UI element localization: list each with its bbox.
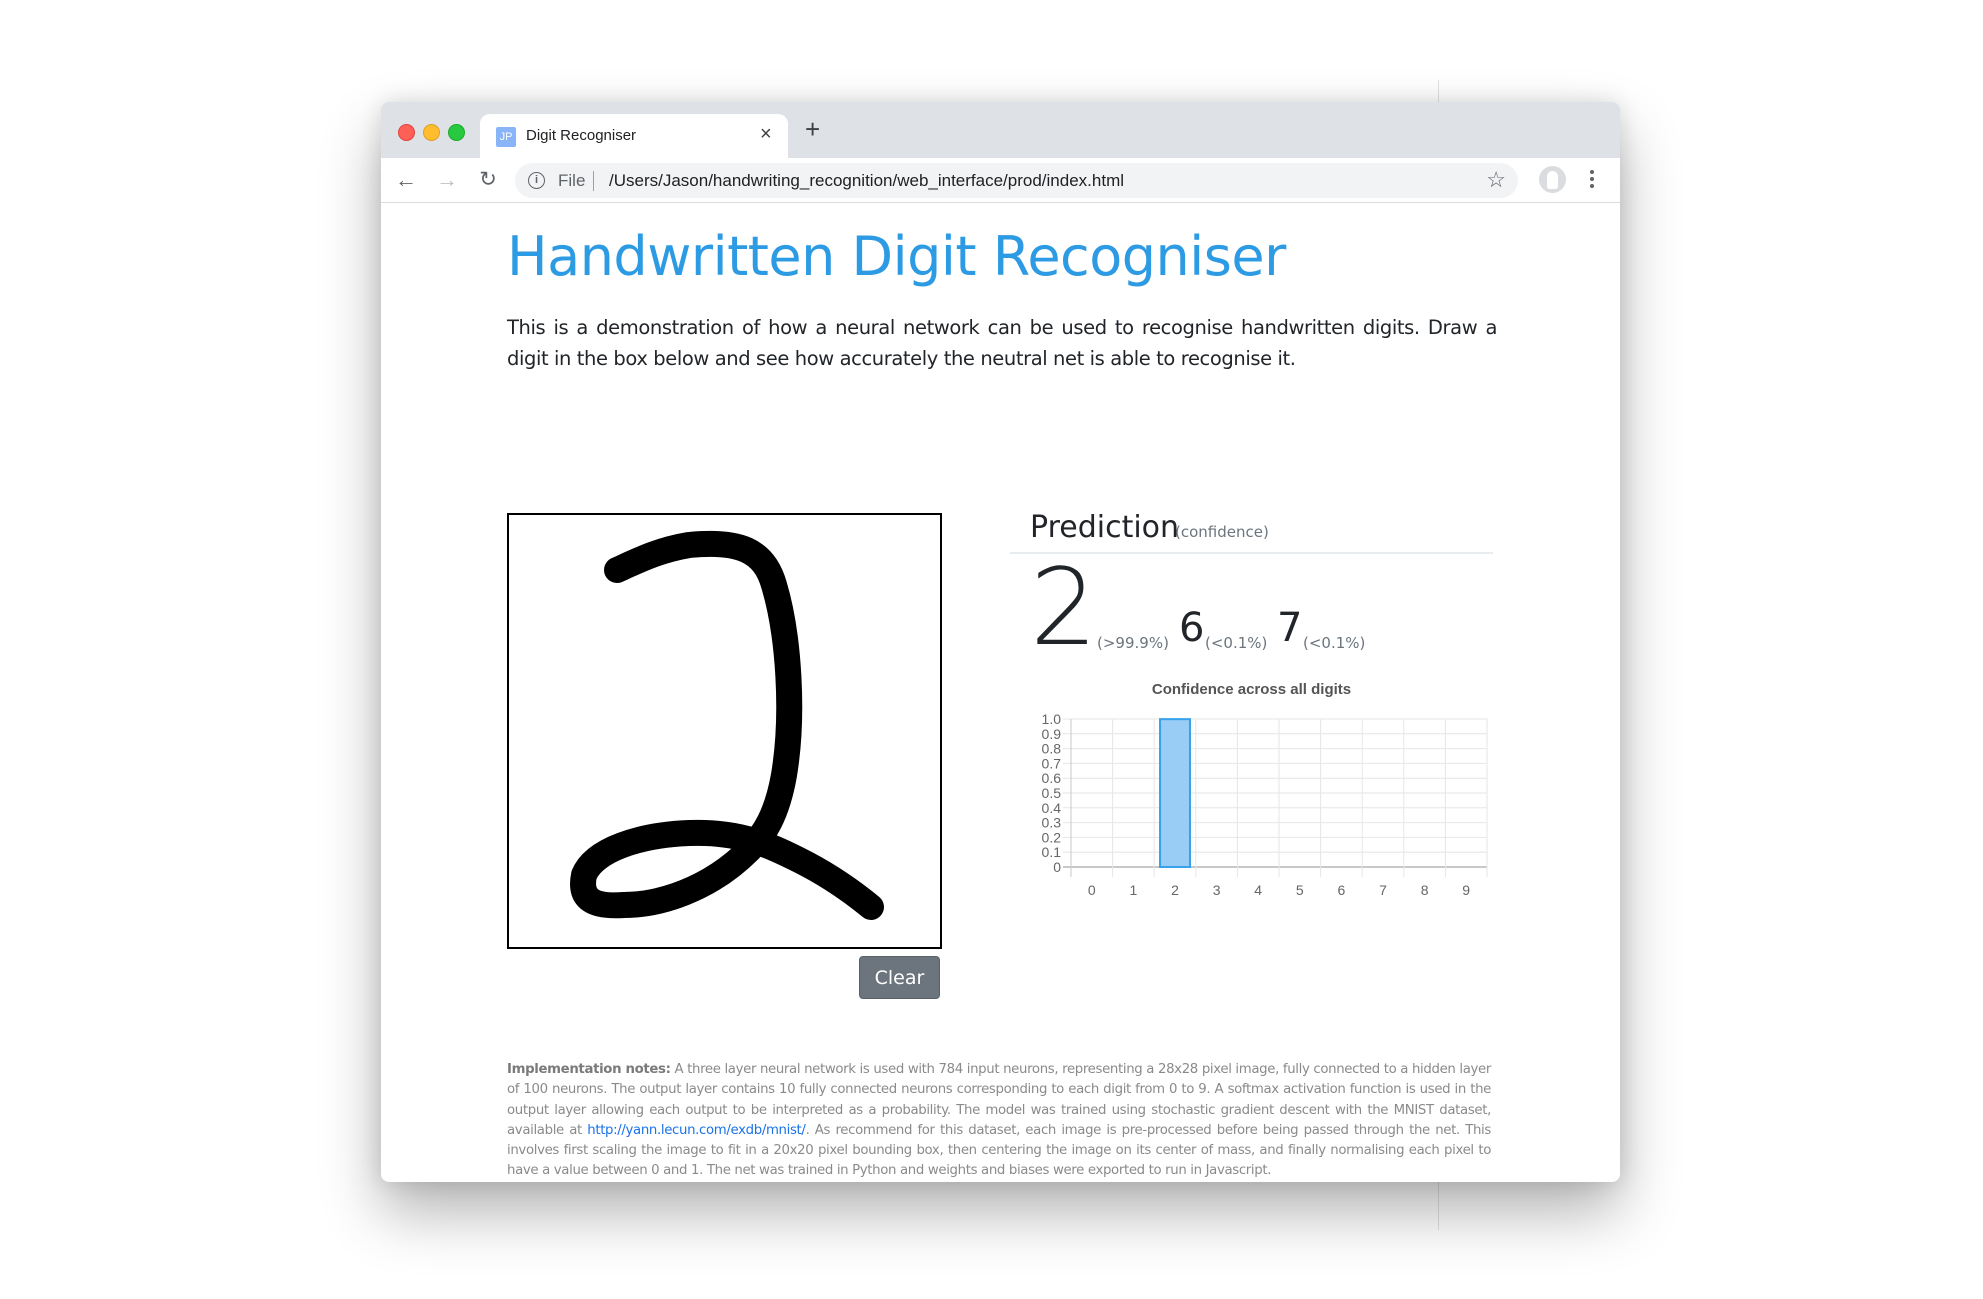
y-tick-label: 0.9 xyxy=(1042,726,1062,742)
x-tick-label: 2 xyxy=(1171,882,1179,898)
url-text[interactable]: /Users/Jason/handwriting_recognition/web… xyxy=(609,171,1124,191)
browser-window: JP Digit Recogniser × + ← → ↻ i File /Us… xyxy=(381,102,1620,1182)
x-tick-label: 1 xyxy=(1130,882,1138,898)
tab-digit-recogniser[interactable]: JP Digit Recogniser × xyxy=(480,114,788,160)
y-tick-label: 0.1 xyxy=(1042,844,1062,860)
close-tab-icon[interactable]: × xyxy=(760,123,772,146)
profile-avatar-icon[interactable] xyxy=(1539,166,1566,193)
implementation-notes: Implementation notes: A three layer neur… xyxy=(507,1060,1491,1182)
intro-paragraph: This is a demonstration of how a neural … xyxy=(507,316,1497,370)
mnist-link[interactable]: http://yann.lecun.com/exdb/mnist/ xyxy=(587,1123,806,1138)
tab-title: Digit Recogniser xyxy=(526,127,637,144)
y-tick-label: 0.7 xyxy=(1042,755,1062,771)
x-tick-label: 0 xyxy=(1088,882,1096,898)
drawing-canvas[interactable] xyxy=(507,513,942,949)
address-bar[interactable]: i File /Users/Jason/handwriting_recognit… xyxy=(515,163,1518,198)
menu-dot xyxy=(1590,184,1594,188)
confidence-bar-chart: 00.10.20.30.40.50.60.70.80.91.00 1 2 3 4 5 6 7 8… xyxy=(1042,711,1488,898)
reload-icon[interactable]: ↻ xyxy=(474,166,502,194)
maximize-window-button[interactable] xyxy=(448,124,465,141)
page-title: Handwritten Digit Recogniser xyxy=(507,225,1286,288)
prediction-subheading: (confidence) xyxy=(1175,523,1269,541)
url-scheme-label: File xyxy=(558,171,586,190)
alt-prediction-confidence: (<0.1%) xyxy=(1303,634,1366,652)
drawn-digit-stroke xyxy=(570,530,884,920)
new-tab-button[interactable]: + xyxy=(805,116,820,142)
x-tick-label: 5 xyxy=(1296,882,1304,898)
x-tick-label: 7 xyxy=(1379,882,1387,898)
browser-toolbar: ← → ↻ i File /Users/Jason/handwriting_re… xyxy=(381,158,1620,203)
favicon-icon: JP xyxy=(496,127,516,147)
minimize-window-button[interactable] xyxy=(423,124,440,141)
y-tick-label: 0.6 xyxy=(1042,770,1062,786)
x-tick-label: 9 xyxy=(1462,882,1470,898)
y-tick-label: 0.5 xyxy=(1042,785,1062,801)
back-arrow-icon[interactable]: ← xyxy=(392,166,420,194)
notes-label: Implementation notes: xyxy=(507,1062,671,1077)
y-tick-label: 0.3 xyxy=(1042,815,1062,831)
info-icon[interactable]: i xyxy=(528,172,545,189)
tab-strip: JP Digit Recogniser × + xyxy=(381,102,1620,160)
address-separator xyxy=(593,171,594,191)
clear-button[interactable]: Clear xyxy=(859,956,940,999)
y-tick-label: 0.4 xyxy=(1042,800,1062,816)
chart-title: Confidence across all digits xyxy=(1151,681,1352,698)
alt-prediction-digit: 7 xyxy=(1277,605,1303,651)
x-tick-label: 8 xyxy=(1421,882,1429,898)
menu-dot xyxy=(1590,177,1594,181)
close-window-button[interactable] xyxy=(398,124,415,141)
top-prediction-digit: 2 xyxy=(1030,546,1098,669)
x-tick-label: 4 xyxy=(1254,882,1262,898)
y-tick-label: 1.0 xyxy=(1042,711,1062,727)
x-tick-label: 3 xyxy=(1213,882,1221,898)
y-tick-label: 0.2 xyxy=(1042,829,1062,845)
x-tick-label: 6 xyxy=(1338,882,1346,898)
alt-prediction-confidence: (<0.1%) xyxy=(1205,634,1268,652)
bar-digit-2 xyxy=(1159,718,1191,869)
top-prediction-confidence: (>99.9%) xyxy=(1097,634,1169,652)
browser-menu-icon[interactable] xyxy=(1584,164,1600,194)
forward-arrow-icon[interactable]: → xyxy=(433,166,461,194)
y-tick-label: 0 xyxy=(1053,859,1061,875)
menu-dot xyxy=(1590,170,1594,174)
y-tick-label: 0.8 xyxy=(1042,741,1062,757)
alt-prediction-digit: 6 xyxy=(1179,605,1205,651)
bookmark-star-icon[interactable]: ☆ xyxy=(1486,167,1506,193)
page-content: Handwritten Digit Recogniser This is a d… xyxy=(381,203,1620,1182)
prediction-heading: Prediction xyxy=(1030,510,1180,545)
